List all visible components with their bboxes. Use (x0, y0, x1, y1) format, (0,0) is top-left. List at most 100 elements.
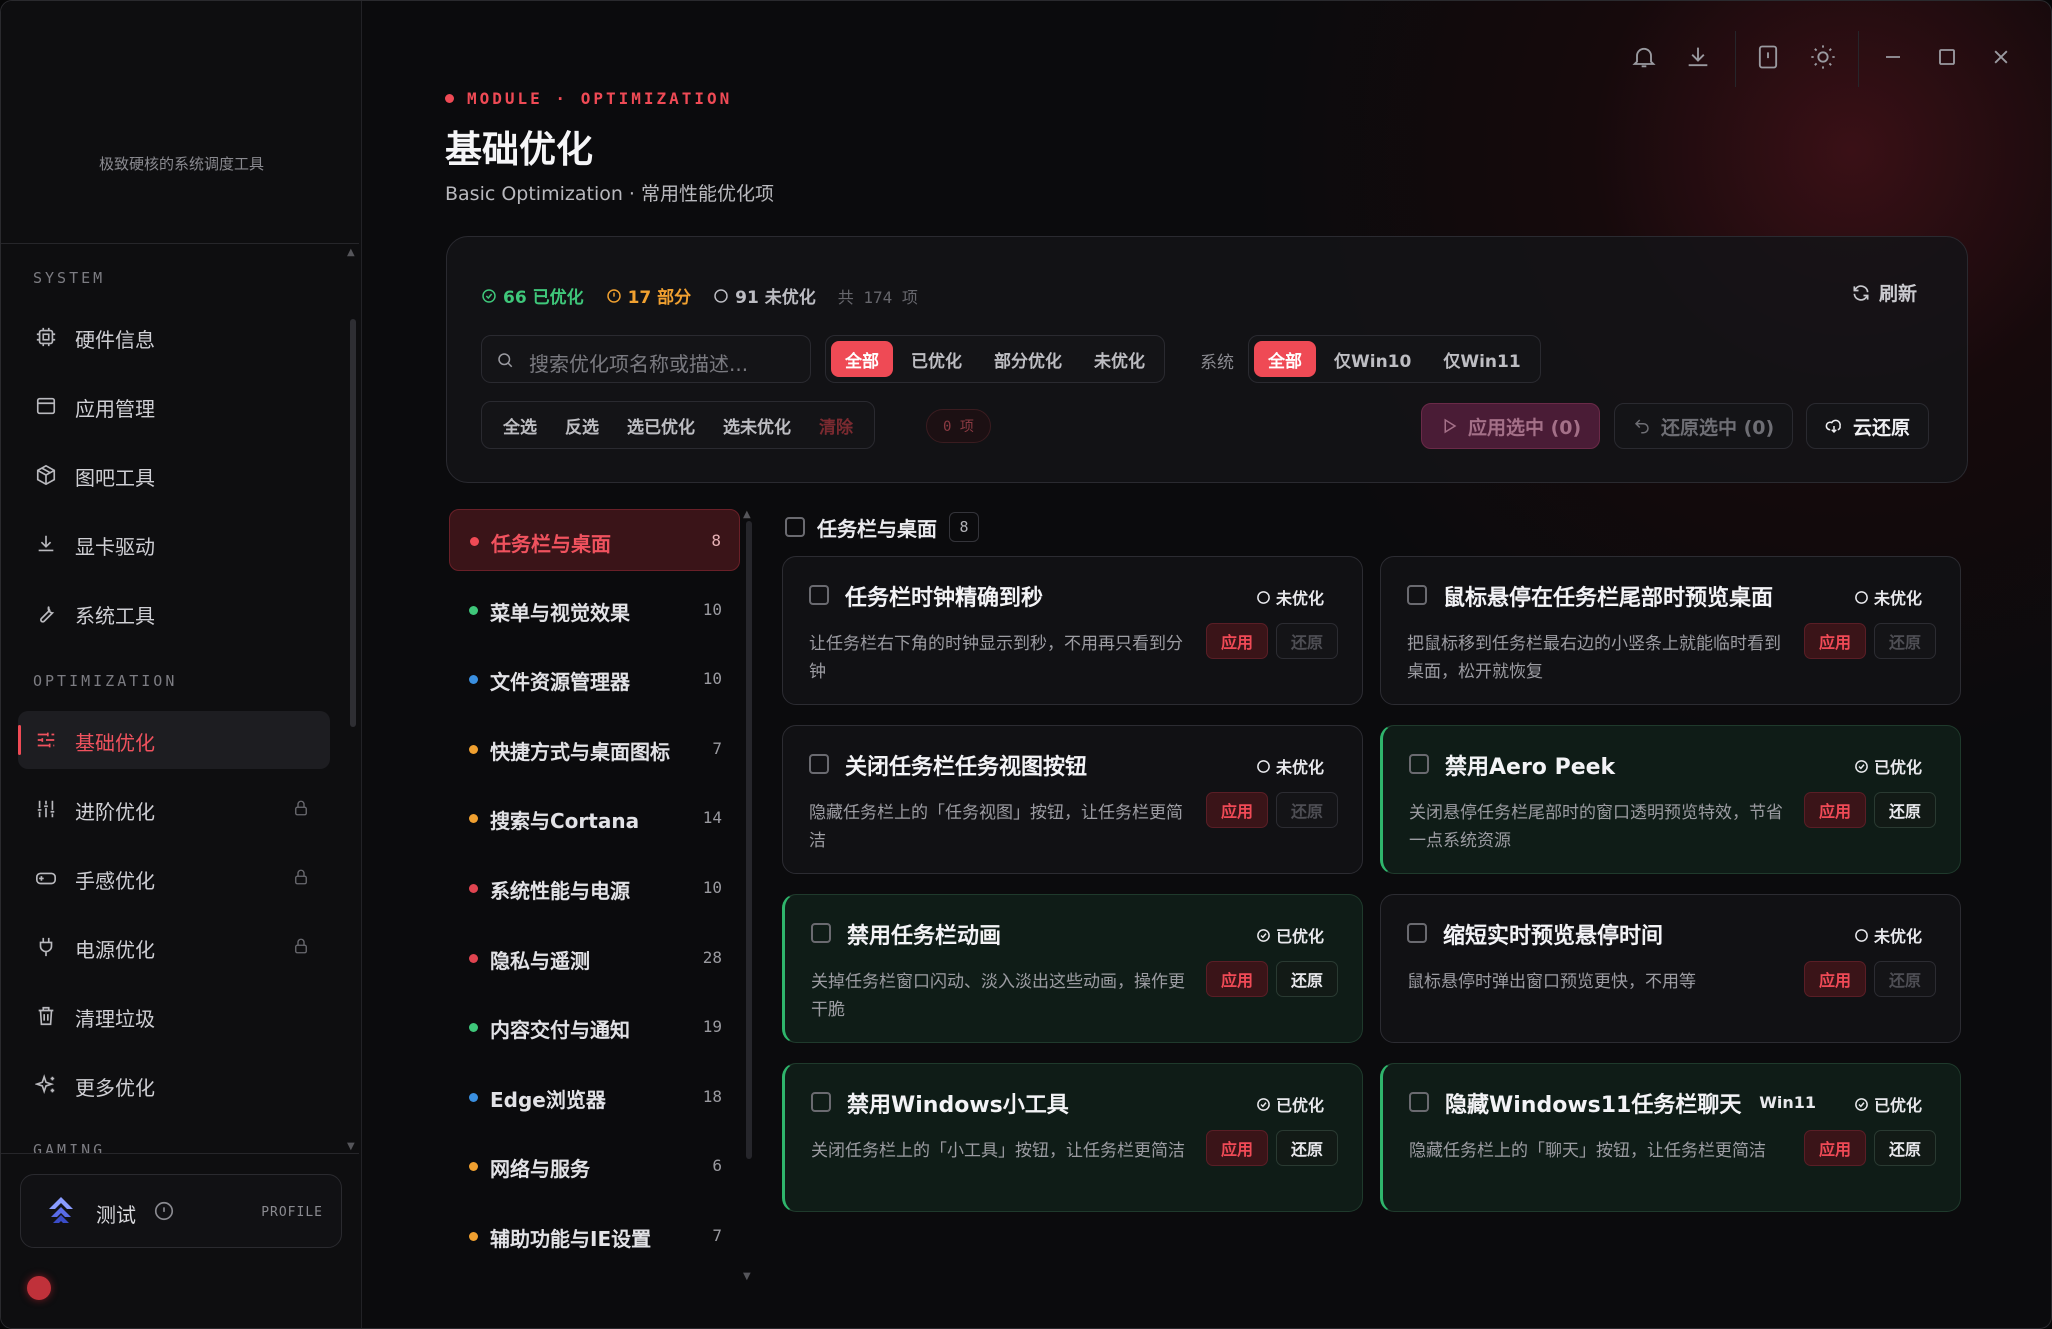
sidebar-item-feel-optimization[interactable]: 手感优化 (18, 849, 330, 907)
filter-optimized[interactable]: 已优化 (897, 341, 976, 377)
restore-button[interactable]: 还原 (1874, 792, 1936, 828)
apply-button[interactable]: 应用 (1206, 792, 1268, 828)
restore-selected-button[interactable]: 还原选中 (0) (1614, 403, 1794, 449)
sidebar-item-gpu-driver[interactable]: 显卡驱动 (18, 515, 330, 573)
restore-button[interactable]: 还原 (1276, 1130, 1338, 1166)
category-item[interactable]: 快捷方式与桌面图标 7 (449, 718, 740, 780)
scroll-down-arrow[interactable]: ▼ (347, 1141, 355, 1152)
card-select-checkbox[interactable] (809, 754, 829, 774)
apply-button[interactable]: 应用 (1206, 961, 1268, 997)
info-icon[interactable] (153, 1200, 175, 1222)
sliders-icon (37, 732, 55, 748)
plug-icon (39, 937, 53, 957)
app-window: 极致硬核的系统调度工具 ▲ ▼ SYSTEM 硬件信息 应用管理 图吧工具 显卡… (0, 0, 2052, 1329)
card-select-checkbox[interactable] (1409, 754, 1429, 774)
sidebar-item-basic-optimization[interactable]: 基础优化 (18, 711, 330, 769)
optimization-card: 禁用Windows小工具 已优化 关闭任务栏上的「小工具」按钮，让任务栏更简洁 应用还… (782, 1063, 1363, 1212)
category-item[interactable]: 任务栏与桌面 8 (449, 509, 740, 571)
apply-button[interactable]: 应用 (1804, 792, 1866, 828)
apply-button[interactable]: 应用 (1804, 1130, 1866, 1166)
sidebar-item-power-optimization[interactable]: 电源优化 (18, 918, 330, 976)
restore-button[interactable]: 还原 (1276, 792, 1338, 828)
bell-icon[interactable] (1630, 43, 1658, 71)
filter-partial[interactable]: 部分优化 (980, 341, 1076, 377)
download-icon[interactable] (1684, 43, 1712, 71)
system-filter-win11[interactable]: 仅Win11 (1429, 341, 1534, 377)
category-color-dot (469, 744, 478, 754)
group-header: 任务栏与桌面 8 (785, 512, 979, 542)
restore-button[interactable]: 还原 (1276, 961, 1338, 997)
status-indicator-dot[interactable] (27, 1276, 51, 1300)
category-item[interactable]: Edge浏览器 18 (449, 1066, 740, 1128)
card-status: 已优化 (1256, 923, 1324, 947)
maximize-icon[interactable] (1933, 43, 1961, 71)
sidebar-item-toolkit[interactable]: 图吧工具 (18, 446, 330, 504)
restore-button[interactable]: 还原 (1874, 623, 1936, 659)
theme-toggle-icon[interactable] (1809, 43, 1837, 71)
category-item[interactable]: 系统性能与电源 10 (449, 857, 740, 919)
sidebar-item-clean-junk[interactable]: 清理垃圾 (18, 987, 330, 1045)
sidebar-item-label: 手感优化 (75, 869, 155, 893)
apply-button[interactable]: 应用 (1804, 961, 1866, 997)
restore-button[interactable]: 还原 (1874, 961, 1936, 997)
filter-all[interactable]: 全部 (831, 341, 893, 377)
minimize-icon[interactable] (1879, 43, 1907, 71)
apply-button[interactable]: 应用 (1804, 623, 1866, 659)
category-item[interactable]: 隐私与遥测 28 (449, 927, 740, 989)
category-scrollbar[interactable] (746, 521, 752, 1159)
profile-card[interactable]: 测试 PROFILE (20, 1174, 342, 1248)
scroll-up-arrow[interactable]: ▲ (347, 247, 355, 258)
select-all-button[interactable]: 全选 (490, 407, 550, 443)
system-filter-all[interactable]: 全部 (1254, 341, 1316, 377)
category-item[interactable]: 网络与服务 6 (449, 1135, 740, 1197)
category-item[interactable]: 文件资源管理器 10 (449, 648, 740, 710)
restore-button[interactable]: 还原 (1276, 623, 1338, 659)
circle-icon (714, 288, 728, 303)
sidebar-item-system-tools[interactable]: 系统工具 (18, 584, 330, 642)
category-item[interactable]: 菜单与视觉效果 10 (449, 579, 740, 641)
close-icon[interactable] (1987, 43, 2015, 71)
category-item[interactable]: 辅助功能与IE设置 7 (449, 1205, 740, 1267)
sidebar-item-hardware-info[interactable]: 硬件信息 (18, 308, 330, 366)
card-select-checkbox[interactable] (811, 923, 831, 943)
category-item[interactable]: 搜索与Cortana 14 (449, 787, 740, 849)
cloud-restore-button[interactable]: 云还原 (1806, 403, 1930, 449)
sidebar-scrollbar[interactable] (350, 319, 356, 727)
system-filter-win10[interactable]: 仅Win10 (1320, 341, 1425, 377)
card-status: 已优化 (1854, 1092, 1922, 1116)
clear-selection-button[interactable]: 清除 (806, 407, 866, 443)
card-select-checkbox[interactable] (1409, 1092, 1429, 1112)
apply-button[interactable]: 应用 (1206, 1130, 1268, 1166)
section-label-system: SYSTEM (33, 269, 106, 287)
card-select-checkbox[interactable] (1407, 585, 1427, 605)
category-name: 任务栏与桌面 (491, 532, 611, 556)
filter-unoptimized[interactable]: 未优化 (1080, 341, 1159, 377)
invert-selection-button[interactable]: 反选 (552, 407, 612, 443)
category-scroll-down[interactable]: ▼ (743, 1271, 751, 1282)
section-label-optimization: OPTIMIZATION (33, 672, 178, 690)
group-select-checkbox[interactable] (785, 517, 805, 537)
apply-button[interactable]: 应用 (1206, 623, 1268, 659)
restore-button[interactable]: 还原 (1874, 1130, 1936, 1166)
report-icon[interactable] (1754, 43, 1782, 71)
card-select-checkbox[interactable] (811, 1092, 831, 1112)
optimization-card: 任务栏时钟精确到秒 未优化 让任务栏右下角的时钟显示到秒，不用再只看到分钟 应用 还原 (782, 556, 1363, 705)
system-filter-label: 系统 (1200, 353, 1234, 373)
select-optimized-button[interactable]: 选已优化 (614, 407, 708, 443)
sidebar-item-app-manager[interactable]: 应用管理 (18, 377, 330, 435)
category-item[interactable]: 内容交付与通知 19 (449, 996, 740, 1058)
sidebar-item-advanced-optimization[interactable]: 进阶优化 (18, 780, 330, 838)
apply-selected-button[interactable]: 应用选中 (0) (1421, 403, 1601, 449)
category-scroll-up[interactable]: ▲ (743, 509, 751, 520)
card-select-checkbox[interactable] (1407, 923, 1427, 943)
sidebar-item-more-optimization[interactable]: 更多优化 (18, 1056, 330, 1114)
stat-optimized: 66 已优化 (481, 283, 584, 308)
wrench-icon (40, 606, 55, 623)
card-select-checkbox[interactable] (809, 585, 829, 605)
refresh-button[interactable]: 刷新 (1851, 279, 1917, 306)
select-unoptimized-button[interactable]: 选未优化 (710, 407, 804, 443)
search-input[interactable]: 搜索优化项名称或描述... (481, 335, 811, 383)
card-title: 鼠标悬停在任务栏尾部时预览桌面 (1443, 586, 1774, 611)
category-name: 快捷方式与桌面图标 (490, 739, 670, 764)
category-count: 28 (702, 947, 722, 967)
